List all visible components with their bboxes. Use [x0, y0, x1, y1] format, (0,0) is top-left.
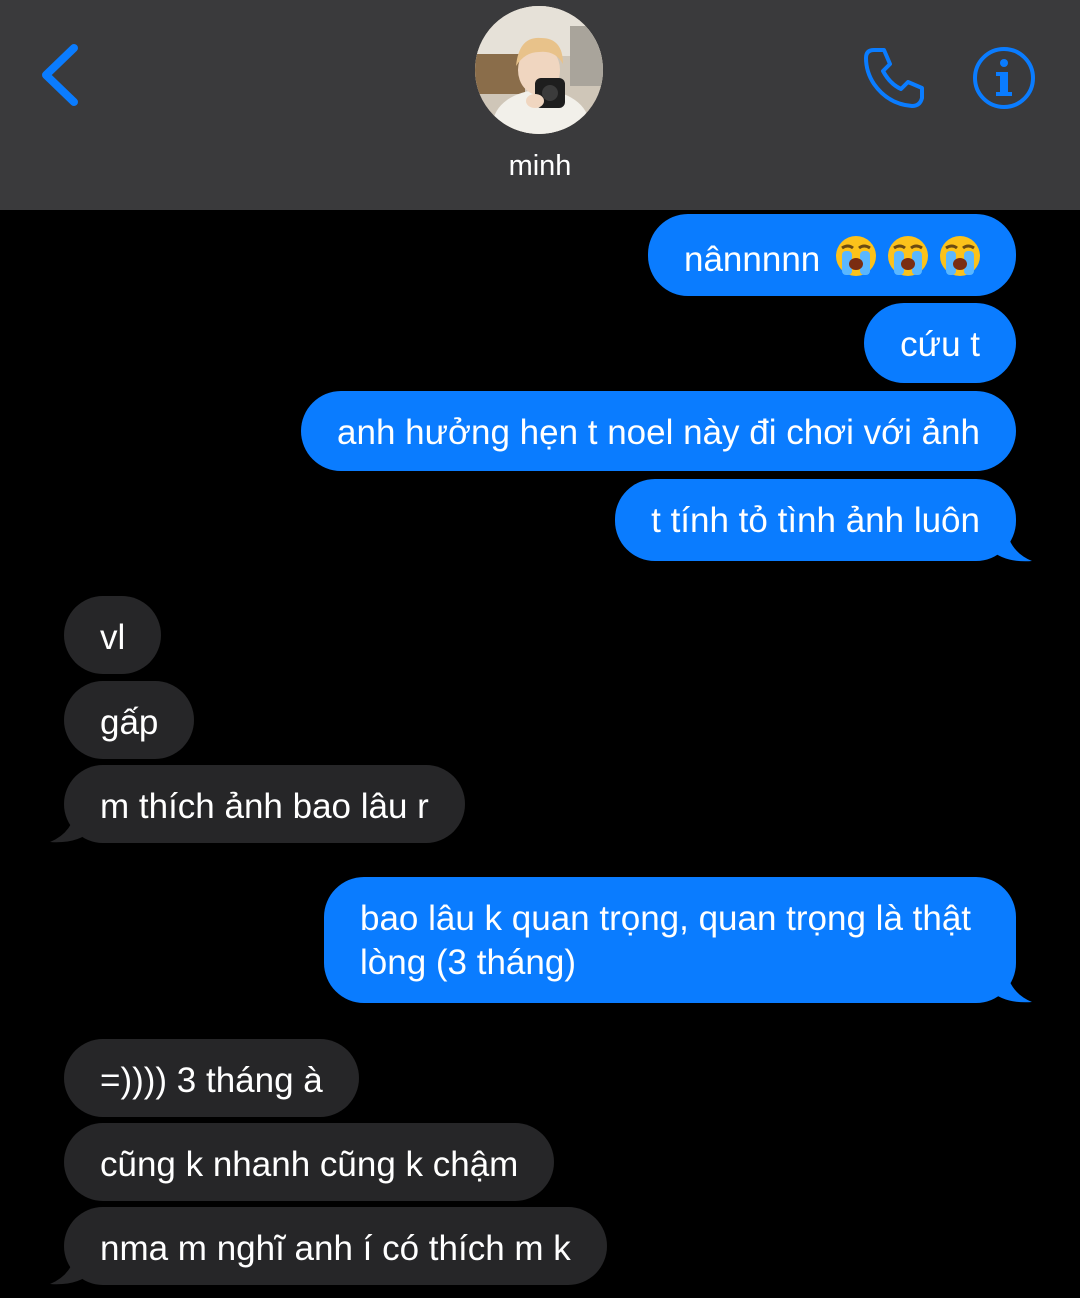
info-button[interactable] — [970, 44, 1038, 112]
received-bubble-tail — [50, 806, 92, 843]
message-text: =)))) 3 tháng à — [100, 1061, 323, 1100]
message-text: m thích ảnh bao lâu r — [100, 787, 429, 826]
received-message[interactable]: nma m nghĩ anh í có thích m k — [64, 1207, 607, 1285]
messages-screen: minh nânnnnn cứu t anh hưởng hẹn t noel … — [0, 0, 1080, 1298]
call-button[interactable] — [860, 44, 928, 112]
received-message[interactable]: vl — [64, 596, 162, 674]
info-icon — [973, 47, 1035, 109]
conversation-header: minh — [0, 0, 1080, 210]
sent-message[interactable]: nânnnnn — [648, 214, 1016, 296]
loudly-crying-face-emoji — [834, 234, 984, 289]
received-message[interactable]: cũng k nhanh cũng k chậm — [64, 1123, 555, 1201]
message-text-line-1: bao lâu k quan trọng, quan trọng là thật — [360, 899, 972, 938]
message-text-line-2: lòng (3 tháng) — [360, 943, 576, 982]
received-message[interactable]: m thích ảnh bao lâu r — [64, 765, 465, 843]
sent-message[interactable]: anh hưởng hẹn t noel này đi chơi với ảnh — [301, 391, 1016, 471]
phone-icon — [864, 48, 924, 108]
sent-bubble-tail — [990, 525, 1032, 562]
received-message[interactable]: gấp — [64, 681, 195, 759]
back-button[interactable] — [36, 40, 86, 110]
message-text: anh hưởng hẹn t noel này đi chơi với ảnh — [337, 413, 980, 452]
sent-message[interactable]: bao lâu k quan trọng, quan trọng là thật… — [324, 877, 1016, 1003]
message-text: gấp — [100, 703, 159, 742]
sent-bubble-tail — [990, 966, 1032, 1003]
avatar-photo — [475, 6, 603, 134]
message-text: t tính tỏ tình ảnh luôn — [651, 501, 980, 540]
contact-avatar[interactable] — [475, 6, 603, 134]
message-text: vl — [100, 618, 126, 657]
received-message[interactable]: =)))) 3 tháng à — [64, 1039, 359, 1117]
contact-name[interactable]: minh — [0, 150, 1080, 183]
message-text: cũng k nhanh cũng k chậm — [100, 1145, 519, 1184]
message-text: cứu t — [900, 325, 980, 364]
received-bubble-tail — [50, 1248, 92, 1285]
chevron-left-icon — [42, 44, 78, 106]
message-text: nânnnnn — [684, 239, 821, 279]
sent-message[interactable]: t tính tỏ tình ảnh luôn — [615, 479, 1016, 561]
message-text: nma m nghĩ anh í có thích m k — [100, 1229, 571, 1268]
sent-message[interactable]: cứu t — [864, 303, 1016, 383]
